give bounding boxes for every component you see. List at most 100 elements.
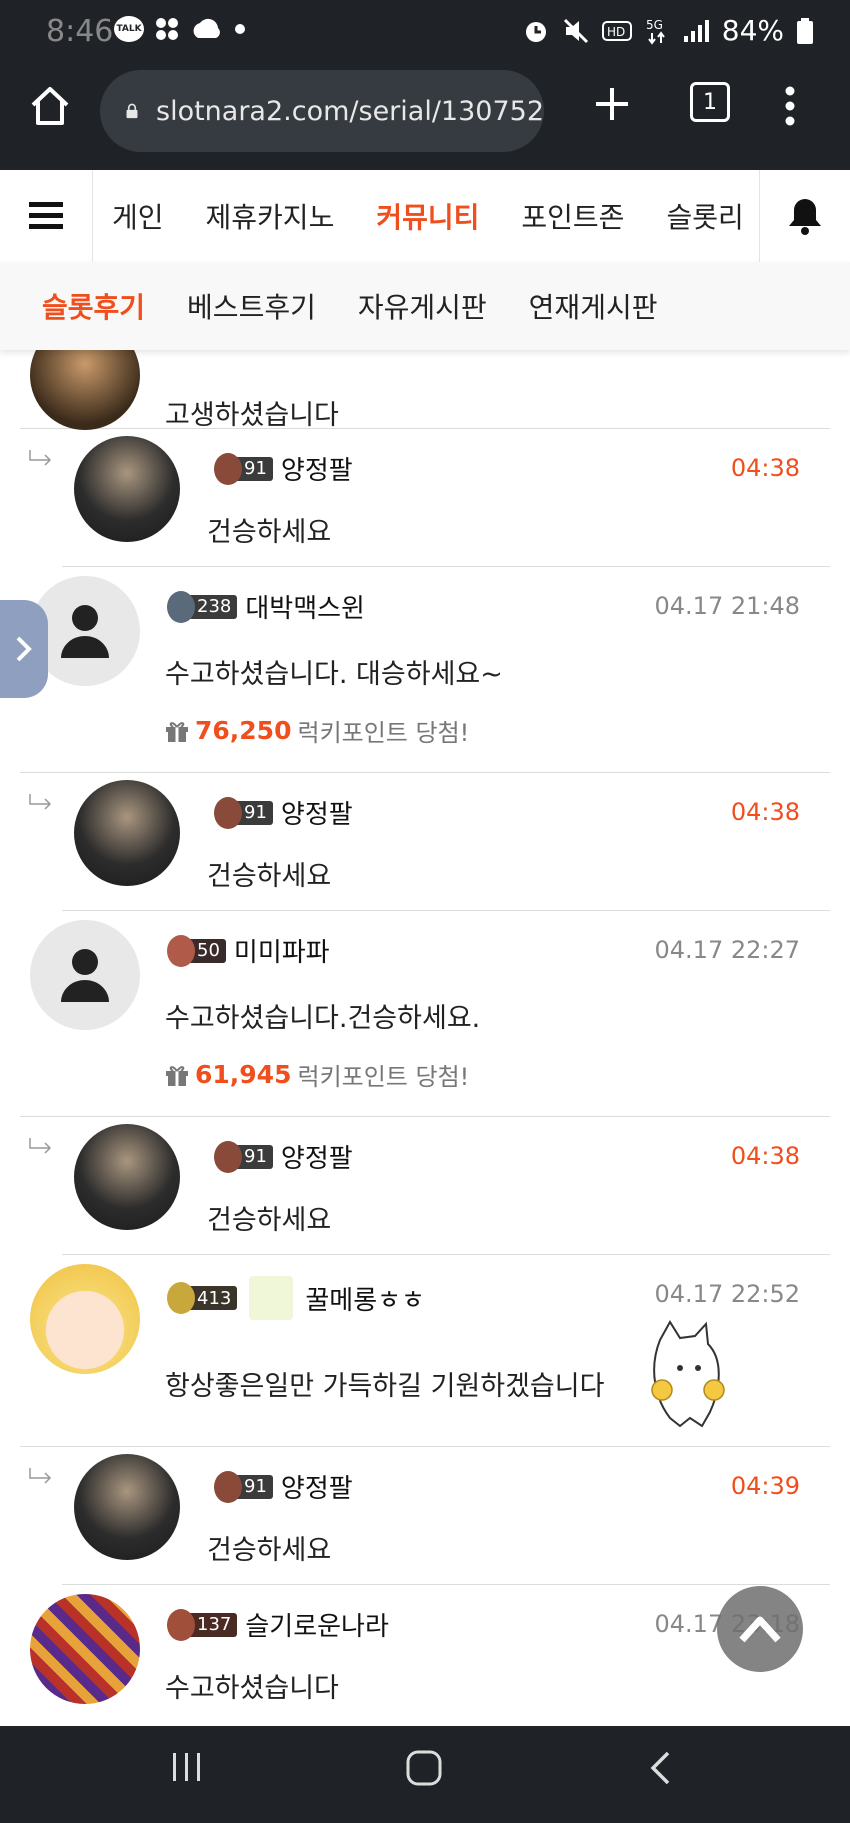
level-gem-icon [214, 452, 242, 485]
avatar[interactable] [30, 350, 140, 430]
tab-count: 1 [703, 89, 717, 115]
comment-text: 건승하세요 [207, 1535, 332, 1566]
nav-item-game[interactable]: 게인 [112, 196, 164, 236]
menu-button[interactable] [0, 170, 93, 262]
reply-arrow-icon [29, 794, 52, 810]
user-icon [61, 605, 109, 658]
avatar[interactable] [30, 920, 140, 1030]
comment-text: 건승하세요 [207, 517, 332, 548]
author-name[interactable]: 꿀메롱ㅎㅎ [305, 1280, 425, 1317]
notification-button[interactable] [759, 170, 850, 262]
svg-text:5G: 5G [646, 18, 663, 32]
author-name[interactable]: 양정팔 [281, 1468, 353, 1505]
comment-text: 건승하세요 [207, 861, 332, 892]
avatar[interactable] [74, 436, 180, 542]
points-value: 76,250 [195, 716, 292, 745]
author-name[interactable]: 슬기로운나라 [245, 1606, 389, 1643]
level-gem-icon [167, 590, 195, 623]
comment-list: 고생하셨습니다 91 양정팔 04:38 건승하세요 238 대박맥스윈 04.… [0, 350, 850, 1726]
level-badge: 91 [214, 796, 273, 829]
more-options-icon[interactable] [780, 84, 800, 128]
points-value: 61,945 [195, 1060, 292, 1089]
new-tab-icon[interactable] [592, 84, 632, 124]
lucky-points: 61,945 럭키포인트 당첨! [165, 1057, 469, 1092]
tab-count-button[interactable]: 1 [690, 82, 730, 122]
system-nav-bar [0, 1726, 850, 1823]
points-label: 럭키포인트 당첨! [297, 1063, 470, 1091]
comment-item: 137 슬기로운나라 04.17 23:18 수고하셨습니다 [20, 1584, 830, 1726]
reply-item: 91 양정팔 04:38 건승하세요 [29, 428, 830, 567]
kakaotalk-icon: TALK [114, 16, 144, 42]
battery-icon [797, 17, 813, 44]
author-name[interactable]: 양정팔 [281, 794, 353, 831]
chevron-up-icon [739, 1616, 781, 1643]
nav-item-partner-casino[interactable]: 제휴카지노 [206, 196, 335, 236]
side-panel-toggle[interactable] [0, 600, 48, 698]
lock-icon [126, 103, 138, 119]
reply-arrow-icon [29, 1138, 52, 1154]
reply-item: 91 양정팔 04:39 건승하세요 [29, 1446, 830, 1585]
subnav-serial-board[interactable]: 연재게시판 [529, 286, 658, 326]
lucky-points: 76,250 럭키포인트 당첨! [165, 713, 469, 748]
comment-time: 04:38 [730, 798, 800, 826]
avatar[interactable] [30, 1264, 140, 1374]
reply-arrow-icon [29, 1468, 52, 1484]
chevron-right-icon [16, 636, 32, 662]
svg-text:HD: HD [607, 25, 625, 39]
alarm-icon [525, 21, 546, 42]
author-name[interactable]: 양정팔 [281, 1138, 353, 1175]
browser-toolbar: slotnara2.com/serial/130752 1 [0, 64, 850, 170]
gift-icon [166, 1065, 188, 1086]
avatar[interactable] [74, 780, 180, 886]
author-name[interactable]: 양정팔 [281, 450, 353, 487]
url-text: slotnara2.com/serial/130752 [156, 95, 544, 127]
nav-item-point-zone[interactable]: 포인트존 [521, 196, 624, 236]
level-gem-icon [167, 1282, 195, 1314]
comment-time: 04:38 [730, 1142, 800, 1170]
author-name[interactable]: 미미파파 [234, 932, 330, 969]
badge-image [249, 1276, 294, 1320]
hamburger-icon [29, 202, 63, 229]
signal-icon [683, 19, 709, 42]
nav-item-slot[interactable]: 슬롯리 [666, 196, 743, 236]
home-icon[interactable] [28, 84, 72, 128]
comment-time: 04.17 22:27 [654, 936, 801, 964]
avatar[interactable] [74, 1124, 180, 1230]
level-badge: 50 [167, 934, 226, 967]
comment-time: 04:39 [730, 1472, 800, 1500]
dot-icon [235, 24, 245, 34]
nav-item-community[interactable]: 커뮤니티 [376, 196, 479, 236]
avatar[interactable] [30, 1594, 140, 1704]
hd-icon: HD [601, 20, 632, 41]
level-badge: 91 [214, 1140, 273, 1173]
subnav-best-review[interactable]: 베스트후기 [187, 286, 316, 326]
level-gem-icon [214, 1470, 242, 1503]
status-bar: 8:46 TALK HD 5G 84% [0, 0, 850, 64]
recent-apps-icon[interactable] [170, 1750, 204, 1788]
scroll-top-button[interactable] [717, 1586, 803, 1672]
comment-time: 04.17 21:48 [654, 592, 801, 620]
bell-icon [789, 199, 821, 235]
level-gem-icon [214, 796, 242, 829]
subnav-slot-review[interactable]: 슬롯후기 [42, 286, 145, 326]
comment-item: 413 꿀메롱ㅎㅎ 04.17 22:52 항상좋은일만 가득하길 기원하겠습니… [20, 1254, 830, 1447]
apps-icon [156, 18, 178, 40]
level-gem-icon [214, 1140, 242, 1173]
url-bar[interactable]: slotnara2.com/serial/130752 [100, 70, 544, 152]
level-badge: 91 [214, 1470, 273, 1503]
home-nav-icon[interactable] [406, 1750, 442, 1790]
5g-icon: 5G [646, 18, 665, 45]
gift-icon [166, 721, 188, 742]
community-subnav: 슬롯후기 베스트후기 자유게시판 연재게시판 [0, 262, 850, 350]
subnav-free-board[interactable]: 자유게시판 [358, 286, 487, 326]
level-badge: 238 [167, 590, 238, 623]
comment-text: 건승하세요 [207, 1205, 332, 1236]
author-name[interactable]: 대박맥스윈 [245, 588, 365, 625]
mute-icon [563, 18, 588, 43]
back-icon[interactable] [648, 1750, 674, 1790]
avatar[interactable] [74, 1454, 180, 1560]
battery-percent: 84% [721, 14, 784, 47]
comment-item: 50 미미파파 04.17 22:27 수고하셨습니다.건승하세요. 61,94… [20, 910, 830, 1117]
points-label: 럭키포인트 당첨! [297, 719, 470, 747]
cat-sticker-icon [651, 1320, 725, 1428]
